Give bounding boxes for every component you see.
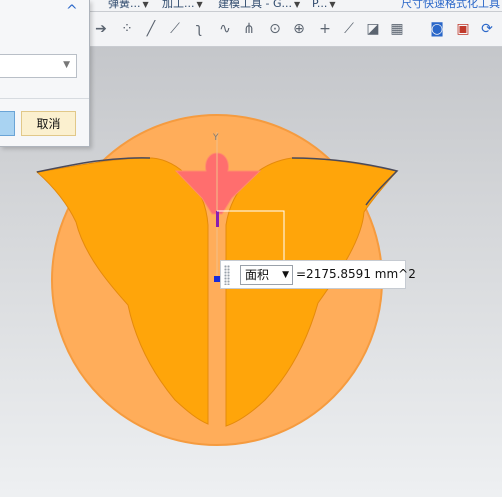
camera-icon[interactable]: ▣ <box>454 20 472 38</box>
point-set-icon[interactable]: ⁘ <box>118 20 136 38</box>
zoom-window-icon[interactable]: ◙ <box>428 20 446 38</box>
measure-dialog: ^ ▼ 取消 <box>0 0 90 147</box>
arrow-right-icon[interactable]: ➔ <box>92 20 110 38</box>
line-through-icon[interactable]: ⟋ <box>340 20 358 38</box>
dialog-divider <box>0 98 89 99</box>
point-sketch-icon[interactable]: ◪ <box>364 20 382 38</box>
menu-row: 弹簧... ▼ 加工... ▼ 建模工具 - G... ▼ P... ▼ 尺寸快速格式化… <box>90 0 502 12</box>
menu-item-label: 建模工具 - G... <box>218 0 292 10</box>
refresh-icon[interactable]: ⟳ <box>478 20 496 38</box>
chevron-down-icon: ▼ <box>63 60 70 70</box>
menu-item-label: 弹簧... <box>108 0 141 10</box>
menu-item-modeling-tools[interactable]: 建模工具 - G... ▼ <box>218 0 300 10</box>
collapse-chevron-icon[interactable]: ^ <box>66 3 80 19</box>
line-segment-icon[interactable]: ⟋ <box>166 20 184 38</box>
drag-handle-icon[interactable] <box>224 265 230 285</box>
chevron-down-icon: ▼ <box>282 270 289 280</box>
dimension-format-tool-menu[interactable]: 尺寸快速格式化工具 <box>401 0 500 9</box>
spline-icon[interactable]: ∿ <box>216 20 234 38</box>
measure-type-select[interactable]: 面积 ▼ <box>240 265 293 285</box>
grid-icon[interactable]: ▦ <box>388 20 406 38</box>
ok-button[interactable] <box>0 111 15 136</box>
menu-item-spring[interactable]: 弹簧... ▼ <box>108 0 149 10</box>
menu-item-p[interactable]: P... ▼ <box>312 0 336 10</box>
dialog-dropdown[interactable]: ▼ <box>0 54 77 78</box>
cancel-button[interactable]: 取消 <box>21 111 76 136</box>
selected-edge-marker <box>216 211 219 227</box>
menu-item-label: P... <box>312 0 328 10</box>
target-icon[interactable]: ⊕ <box>290 20 308 38</box>
chevron-down-icon: ▼ <box>329 0 336 9</box>
plus-icon[interactable]: + <box>316 20 334 38</box>
measure-value: =2175.8591 mm^2 <box>296 267 416 281</box>
measure-type-label: 面积 <box>245 268 270 282</box>
chevron-down-icon: ▼ <box>196 0 203 9</box>
curve-icon[interactable]: ʅ <box>190 20 208 38</box>
measurement-readout: 面积 ▼ =2175.8591 mm^2 <box>220 260 416 289</box>
line-icon[interactable]: ╱ <box>142 20 160 38</box>
chevron-down-icon: ▼ <box>142 0 149 9</box>
chevron-down-icon: ▼ <box>293 0 301 9</box>
circle-point-icon[interactable]: ⊙ <box>266 20 284 38</box>
intersection-icon[interactable]: ⋔ <box>240 20 258 38</box>
menu-item-label: 加工... <box>162 0 195 10</box>
axis-label: Y <box>212 133 219 143</box>
menu-item-machining[interactable]: 加工... ▼ <box>162 0 203 10</box>
